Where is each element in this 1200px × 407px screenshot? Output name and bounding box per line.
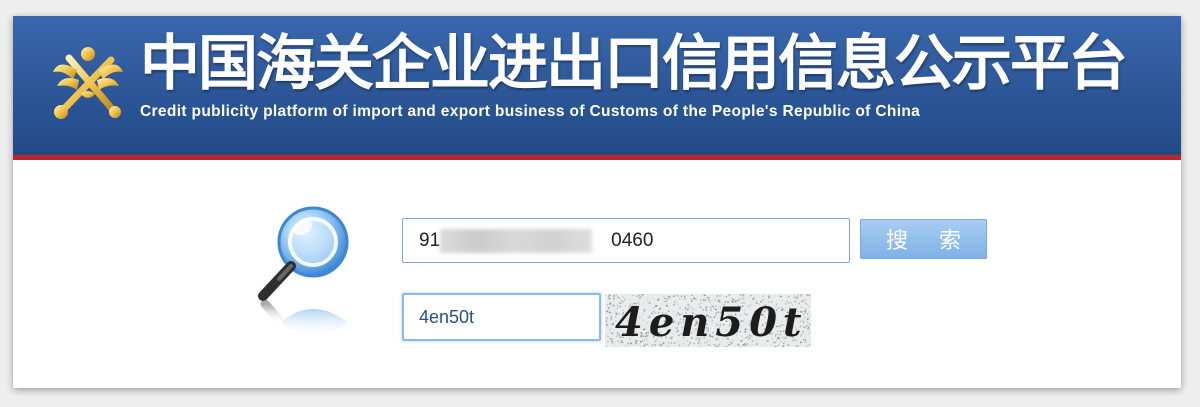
redacted-query-mask [440, 229, 592, 253]
app-window: 中国海关企业进出口信用信息公示平台 Credit publicity platf… [13, 16, 1181, 388]
search-button[interactable]: 搜 索 [860, 219, 987, 259]
captcha-text: 4en50t [615, 299, 808, 346]
customs-emblem-icon [53, 47, 123, 119]
header-banner: 中国海关企业进出口信用信息公示平台 Credit publicity platf… [13, 16, 1181, 160]
captcha-image[interactable]: 4en50t [605, 294, 811, 347]
site-subtitle: Credit publicity platform of import and … [140, 103, 921, 120]
site-title: 中国海关企业进出口信用信息公示平台 [140, 29, 1128, 99]
magnifier-icon [258, 206, 349, 338]
captcha-input[interactable] [402, 293, 601, 341]
